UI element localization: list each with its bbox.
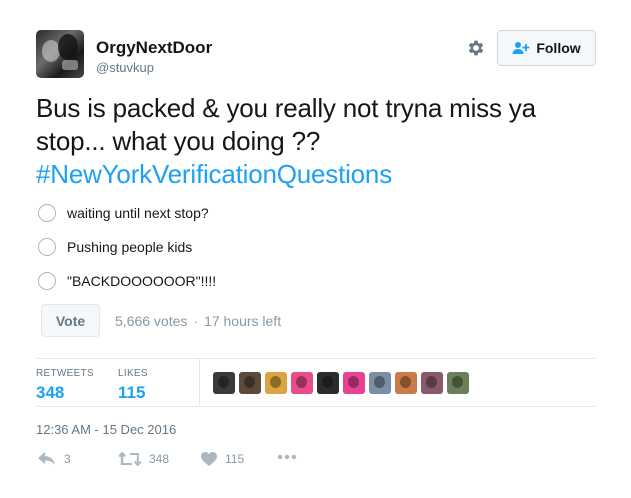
poll-option[interactable]: "BACKDOOOOOOR"!!!! [38,270,338,292]
person-plus-icon [512,42,530,54]
poll-option[interactable]: Pushing people kids [38,236,338,258]
retweets-label: RETWEETS [36,368,94,379]
liker-avatar[interactable] [421,372,443,394]
retweet-count: 348 [149,452,170,466]
username[interactable]: @stuvkup [96,60,154,75]
meta-separator: · [193,312,199,329]
vote-count: 5,666 votes [115,312,188,329]
retweets-count: 348 [36,383,65,402]
stat-divider [199,359,200,407]
liker-avatar[interactable] [291,372,313,394]
tweet-header: OrgyNextDoor @stuvkup Follow [36,30,596,78]
likes-stat[interactable]: LIKES 115 [118,368,148,403]
gear-icon[interactable] [466,38,486,58]
reply-button[interactable]: 3 [38,452,71,466]
liker-avatar[interactable] [447,372,469,394]
tweet-timestamp[interactable]: 12:36 AM - 15 Dec 2016 [36,422,176,437]
liker-avatar[interactable] [395,372,417,394]
tweet-body: Bus is packed & you really not tryna mis… [36,93,536,156]
more-icon [277,454,297,460]
poll: waiting until next stop? Pushing people … [38,202,338,304]
tweet-text: Bus is packed & you really not tryna mis… [36,92,596,191]
poll-option-label: Pushing people kids [67,239,193,255]
vote-button[interactable]: Vote [41,304,100,337]
retweet-button[interactable]: 348 [119,452,169,466]
like-button[interactable]: 115 [201,452,244,466]
poll-option-label: "BACKDOOOOOOR"!!!! [67,273,217,289]
radio-button[interactable] [38,204,56,222]
retweets-stat[interactable]: RETWEETS 348 [36,368,94,403]
follow-button[interactable]: Follow [497,30,596,66]
heart-icon [201,452,217,466]
radio-button[interactable] [38,272,56,290]
liker-avatar[interactable] [343,372,365,394]
liker-avatar[interactable] [213,372,235,394]
liker-avatar[interactable] [265,372,287,394]
liker-avatar[interactable] [317,372,339,394]
like-count: 115 [225,452,245,466]
liker-avatars [213,372,473,394]
retweet-icon [119,452,141,466]
liker-avatar[interactable] [239,372,261,394]
more-options-button[interactable] [277,454,297,460]
tweet-stats: RETWEETS 348 LIKES 115 [36,359,596,407]
poll-option[interactable]: waiting until next stop? [38,202,338,224]
reply-count: 3 [64,452,71,466]
likes-count: 115 [118,383,146,402]
liker-avatar[interactable] [369,372,391,394]
hashtag-link[interactable]: #NewYorkVerificationQuestions [36,159,392,189]
radio-button[interactable] [38,238,56,256]
poll-option-label: waiting until next stop? [67,205,209,221]
vote-row: Vote 5,666 votes · 17 hours left [41,304,281,337]
time-left: 17 hours left [204,312,282,329]
reply-icon [38,452,55,465]
display-name[interactable]: OrgyNextDoor [96,38,212,58]
follow-label: Follow [536,40,581,56]
tweet-actions: 3 348 115 [36,452,596,472]
divider [36,358,596,359]
divider [36,406,596,407]
likes-label: LIKES [118,368,148,379]
avatar[interactable] [36,30,84,78]
